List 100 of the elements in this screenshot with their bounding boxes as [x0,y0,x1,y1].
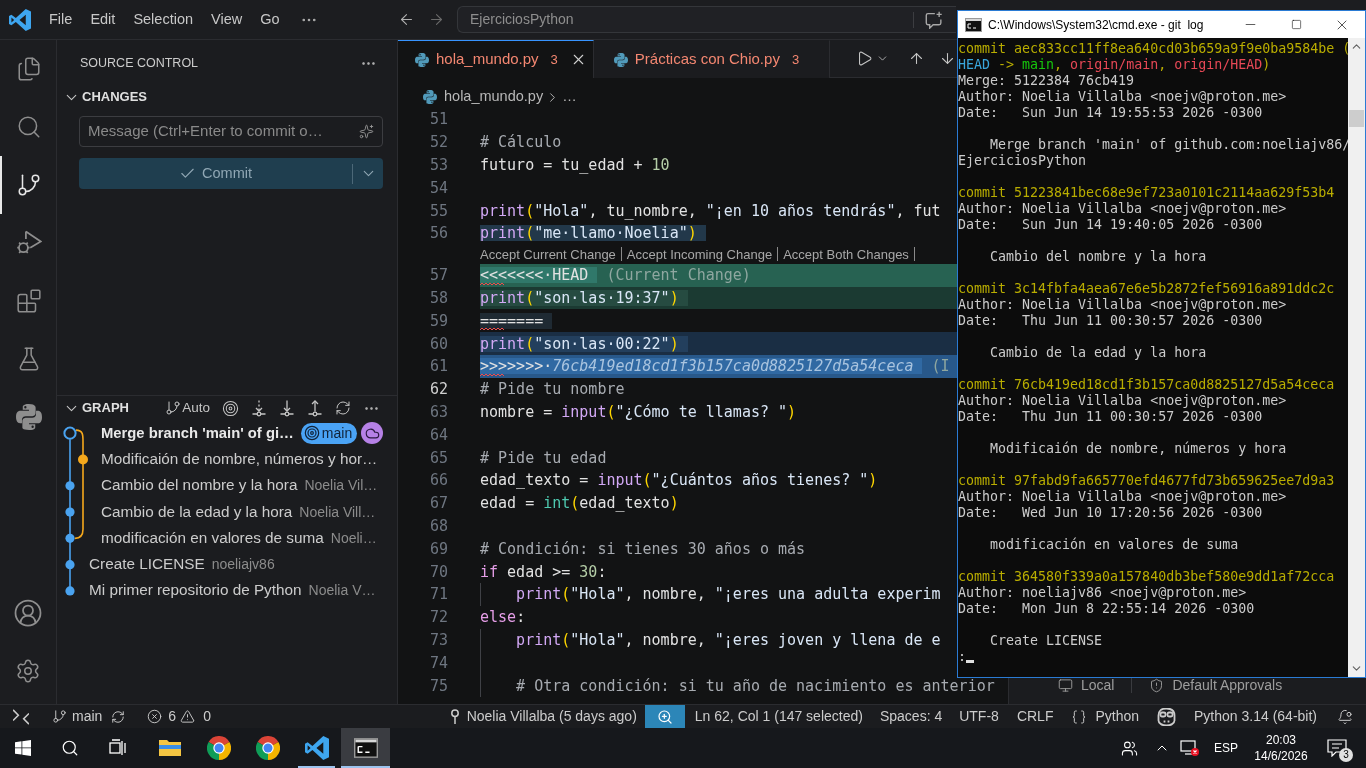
chat-sparkle-icon[interactable] [924,10,944,29]
terminal-line: Author: Noelia Villalba <noejv@proton.me> [958,89,1287,105]
line-number: 56 [428,225,448,242]
windows-logo-icon[interactable] [15,740,31,756]
menu-item[interactable]: Go [251,5,289,34]
line-number: 73 [428,631,448,648]
code-line: # Condición: si tienes 30 años o más [480,540,806,557]
codelens-link[interactable]: Accept Current Change [480,244,616,265]
scrollbar-track[interactable] [1348,38,1365,677]
editor-tab[interactable]: hola_mundo.py 3 [398,40,594,78]
commit-ring-icon[interactable] [63,426,77,440]
cursor-position[interactable]: Ln 62, Col 1 (147 selected) [694,706,863,727]
error-icon [147,709,163,724]
sparkle-icon[interactable] [359,124,374,139]
robot-face-icon[interactable] [1157,707,1177,726]
code-line: nombre = input("¿Cómo te llamas? ") [480,403,797,420]
cloud-icon [361,422,384,445]
commit-message[interactable]: Mi primer repositorio de Python [89,579,302,603]
section-title[interactable]: CHANGES [82,87,147,107]
people-icon[interactable] [1121,739,1138,757]
terminal-line: HEAD -> main, origin/main, origin/HEAD) [958,57,1271,73]
menu-item[interactable]: File [40,5,82,34]
commit-message[interactable]: Merge branch 'main' of gi… [101,422,294,445]
shield-alert-icon[interactable] [1149,677,1165,693]
dashed-arrow-to-node-icon[interactable] [251,399,267,417]
remote-icon[interactable] [13,708,29,725]
chat-option[interactable]: Local [1081,674,1115,696]
error-count[interactable]: 6 [168,706,177,727]
command-center[interactable]: EjerciciosPython [457,6,956,33]
line-number: 60 [428,335,448,352]
commit-dot-icon[interactable] [65,481,75,491]
warning-count[interactable]: 0 [203,706,211,727]
clock-date[interactable]: 14/6/2026 [1254,748,1308,764]
commit-dot-icon[interactable] [65,507,75,517]
line-ending[interactable]: CRLF [1016,706,1054,727]
commit-message[interactable]: Create LICENSE [89,553,205,577]
codelens-link[interactable]: Accept Both Changes [783,244,909,265]
line-number: 54 [428,179,448,196]
commit-dot-icon[interactable] [65,586,75,596]
menu-item[interactable]: Edit [81,5,125,34]
commit-dot-icon[interactable] [65,560,75,570]
line-number: 65 [428,449,448,466]
chrome-logo-icon[interactable] [255,736,280,760]
line-number: 62 [428,381,448,398]
arrow-from-node-icon[interactable] [307,399,323,417]
commit-message-text: Cambio del nombre y la hora [989,249,1208,265]
taskbar-app[interactable] [341,728,390,768]
vscode-logo-icon[interactable] [304,736,329,760]
zoom-in-icon [656,708,673,725]
encoding[interactable]: UTF-8 [959,706,999,727]
breadcrumb-item[interactable]: … [562,86,577,108]
code-line: edad_texto = input("¿Cuántos años tienes? ") [480,472,878,489]
menu-item[interactable]: View [202,5,252,34]
sync-icon[interactable] [111,709,126,724]
menu-item[interactable]: Selection [124,5,203,34]
line-number: 52 [428,134,448,151]
commit-message[interactable]: Cambio de la edad y la hora [101,500,293,524]
clock-time[interactable]: 20:03 [1266,732,1296,748]
commit-dot-icon[interactable] [65,533,75,543]
folder-icon[interactable] [157,738,182,758]
terminal-prompt: : [958,649,966,665]
bell-dot-icon[interactable] [1337,708,1353,725]
target-icon[interactable] [222,399,239,417]
section-title[interactable]: GRAPH [82,398,129,418]
error-squiggle-icon [480,327,504,332]
editor-tab[interactable]: Prácticas con Chio.py 3 [593,40,831,78]
code-line: <<<<<<<·HEAD (Current Change) [480,267,751,284]
console-icon[interactable] [353,738,378,758]
codelens-link[interactable]: Accept Incoming Change [626,244,773,265]
commit-message[interactable]: Modificaión de nombre, números y hor… [101,447,378,471]
language-mode[interactable]: Python [1095,706,1140,727]
commit-message[interactable]: Cambio del nombre y la hora [101,474,298,498]
monitor-icon[interactable] [1058,677,1073,693]
notification-icon[interactable] [1327,739,1347,757]
branch-name[interactable]: main [72,706,103,727]
search-icon[interactable] [61,739,79,757]
maximize-icon[interactable] [1290,19,1302,30]
breadcrumb-item[interactable]: hola_mundo.py [444,86,544,108]
code-line: print("son·las·19:37") [480,289,688,306]
scrollbar-thumb[interactable] [1349,110,1364,127]
play-icon[interactable] [856,50,874,67]
commit-message[interactable]: modificación en valores de suma [101,526,324,550]
input-language[interactable]: ESP [1214,739,1238,757]
git-blame[interactable]: Noelia Villalba (5 days ago) [466,706,637,727]
problem-count: 3 [791,50,800,69]
python-interpreter[interactable]: Python 3.14 (64-bit) [1194,706,1317,727]
task-view-icon[interactable] [109,739,127,757]
terminal-line: Date: Sun Jun 14 19:40:05 2026 -0300 [958,217,1263,233]
monitor-alert-icon[interactable] [1180,739,1200,757]
zoom-button[interactable] [644,705,685,728]
code-line: # Cálculo [480,134,562,151]
indentation[interactable]: Spaces: 4 [879,706,943,727]
refresh-icon[interactable] [335,400,351,416]
commit-message-field[interactable]: Message (Ctrl+Enter to commit o… [79,116,383,147]
python-logo-icon [613,52,628,67]
commit-dot-icon[interactable] [78,454,88,465]
branch-mode-button[interactable]: Auto [165,397,210,419]
chrome-logo-icon[interactable] [206,736,231,760]
arrow-to-node-icon[interactable] [279,399,295,417]
chat-option[interactable]: Default Approvals [1172,674,1283,696]
